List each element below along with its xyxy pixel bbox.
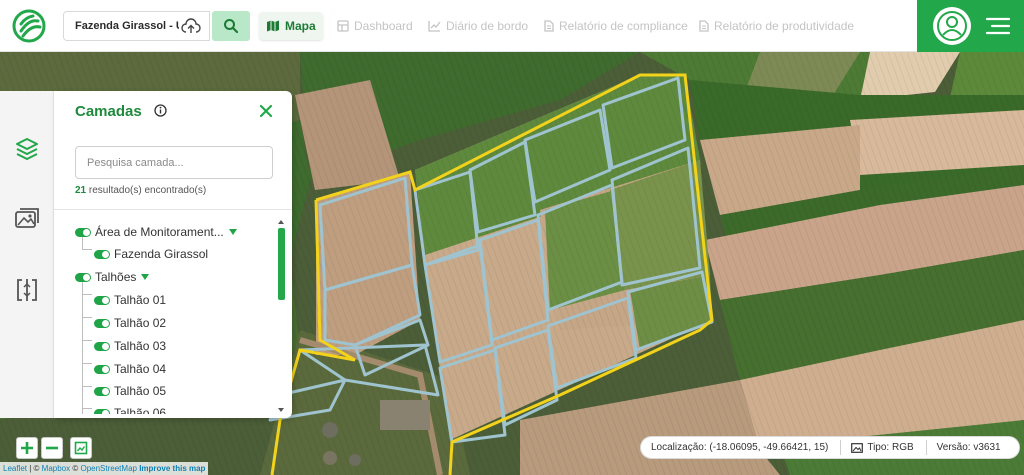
caret-down-icon[interactable]	[141, 274, 150, 280]
caret-down-icon[interactable]	[228, 229, 237, 235]
improve-map-link[interactable]: Improve this map	[139, 464, 205, 473]
map-icon	[267, 20, 279, 32]
panel-title: Camadas	[75, 103, 142, 120]
tree-item-fazenda[interactable]: Fazenda Girassol	[94, 244, 208, 264]
results-count: 21 resultado(s) encontrado(s)	[75, 185, 206, 196]
nav-dashboard[interactable]: Dashboard	[337, 12, 413, 40]
visibility-toggle[interactable]	[94, 364, 110, 374]
top-bar: Fazenda Girassol - U Mapa Dashboard Diár…	[0, 0, 1024, 52]
scroll-down-icon[interactable]	[276, 406, 286, 414]
compare-icon[interactable]	[13, 276, 41, 304]
nav-label: Mapa	[285, 19, 316, 33]
nav-label: Relatório de produtividade	[714, 19, 855, 33]
tree-item-label: Talhão 03	[114, 339, 167, 353]
tree-item-area-monitoramento[interactable]: Área de Monitorament...	[75, 222, 237, 242]
tree-item-talhoes[interactable]: Talhões	[75, 267, 150, 287]
visibility-toggle[interactable]	[75, 272, 91, 282]
scroll-up-icon[interactable]	[276, 218, 286, 226]
farm-name: Fazenda Girassol - U	[75, 20, 179, 32]
nav-label: Relatório de compliance	[559, 19, 688, 33]
tree-item-label: Talhão 06	[114, 406, 167, 414]
visibility-toggle[interactable]	[94, 295, 110, 305]
document-icon	[544, 20, 554, 32]
tree-item-label: Talhão 05	[114, 384, 167, 398]
tree-connector	[82, 276, 83, 414]
user-area	[917, 0, 1024, 52]
cloud-upload-icon[interactable]	[181, 18, 201, 36]
tree-item-talhao[interactable]: Talhão 01	[94, 290, 166, 310]
image-type: Tipo: RGB	[867, 442, 914, 453]
mapbox-link[interactable]: Mapbox	[42, 464, 70, 473]
image-icon	[851, 442, 864, 453]
tree-connector	[82, 408, 92, 409]
tree-item-talhao[interactable]: Talhão 05	[94, 381, 166, 401]
zoom-extent-icon	[74, 441, 88, 455]
tree-connector	[82, 317, 92, 318]
app-version: Versão: v3631	[936, 442, 1001, 453]
nav-label: Dashboard	[354, 19, 413, 33]
tree-item-label: Talhão 04	[114, 362, 167, 376]
side-rail	[0, 91, 54, 418]
zoom-in-button[interactable]	[16, 437, 38, 459]
tree-item-label: Talhão 02	[114, 316, 167, 330]
nav-label: Diário de bordo	[446, 19, 529, 33]
divider	[840, 440, 842, 455]
map-attribution: Leaflet | © Mapbox © OpenStreetMap Impro…	[0, 462, 209, 475]
tree-item-talhao[interactable]: Talhão 04	[94, 359, 166, 379]
visibility-toggle[interactable]	[75, 227, 91, 237]
close-icon[interactable]	[259, 104, 273, 118]
tree-item-label: Talhões	[95, 270, 137, 284]
osm-link[interactable]: OpenStreetMap	[80, 464, 136, 473]
tree-connector	[82, 363, 92, 364]
tree-scrollbar[interactable]	[276, 218, 286, 414]
layers-panel: Camadas 21 resultado(s) encontrado(s) Ár…	[54, 91, 292, 418]
zoom-out-button[interactable]	[41, 437, 63, 459]
tree-item-label: Talhão 01	[114, 293, 167, 307]
visibility-toggle[interactable]	[94, 318, 110, 328]
divider	[925, 440, 927, 455]
visibility-toggle[interactable]	[94, 341, 110, 351]
visibility-toggle[interactable]	[94, 249, 110, 259]
layer-search-input[interactable]	[75, 146, 273, 179]
leaflet-link[interactable]: Leaflet	[3, 464, 27, 473]
tree-item-label: Área de Monitorament...	[95, 225, 224, 239]
user-icon	[937, 11, 967, 41]
minus-icon	[46, 446, 58, 450]
tree-item-talhao[interactable]: Talhão 06	[94, 403, 166, 414]
farm-search-button[interactable]	[212, 11, 250, 41]
visibility-toggle[interactable]	[94, 408, 110, 414]
tree-connector	[82, 249, 92, 250]
images-icon[interactable]	[13, 205, 41, 233]
nav-relatorio-compliance[interactable]: Relatório de compliance	[544, 12, 688, 40]
visibility-toggle[interactable]	[94, 386, 110, 396]
tree-connector	[82, 294, 92, 295]
tree-connector	[82, 386, 92, 387]
tree-item-talhao[interactable]: Talhão 02	[94, 313, 166, 333]
tree-connector	[82, 340, 92, 341]
layers-icon[interactable]	[13, 135, 41, 163]
dashboard-icon	[337, 20, 349, 32]
nav-diario-de-bordo[interactable]: Diário de bordo	[428, 12, 528, 40]
farm-selector[interactable]: Fazenda Girassol - U	[63, 11, 210, 41]
search-icon	[224, 19, 239, 34]
nav-mapa[interactable]: Mapa	[259, 12, 323, 40]
info-icon[interactable]	[154, 104, 167, 117]
location-readout: Localização: (-18.06095, -49.66421, 15)	[651, 442, 829, 453]
fit-bounds-button[interactable]	[70, 437, 92, 459]
chart-line-icon	[428, 21, 441, 32]
brand-logo[interactable]	[12, 9, 46, 43]
results-number: 21	[75, 185, 87, 196]
tree-item-label: Fazenda Girassol	[114, 247, 209, 261]
layers-tree: Área de Monitorament... Fazenda Girassol…	[54, 218, 280, 414]
plus-icon	[21, 442, 33, 454]
nav-relatorio-produtividade[interactable]: Relatório de produtividade	[699, 12, 854, 40]
tree-item-talhao[interactable]: Talhão 03	[94, 336, 166, 356]
document-icon	[699, 20, 709, 32]
divider	[54, 209, 292, 210]
avatar[interactable]	[933, 7, 971, 45]
results-text: resultado(s) encontrado(s)	[88, 185, 207, 196]
scroll-thumb[interactable]	[278, 228, 285, 300]
hamburger-menu-icon[interactable]	[986, 16, 1010, 36]
map-status-bar: Localização: (-18.06095, -49.66421, 15) …	[640, 436, 1020, 459]
